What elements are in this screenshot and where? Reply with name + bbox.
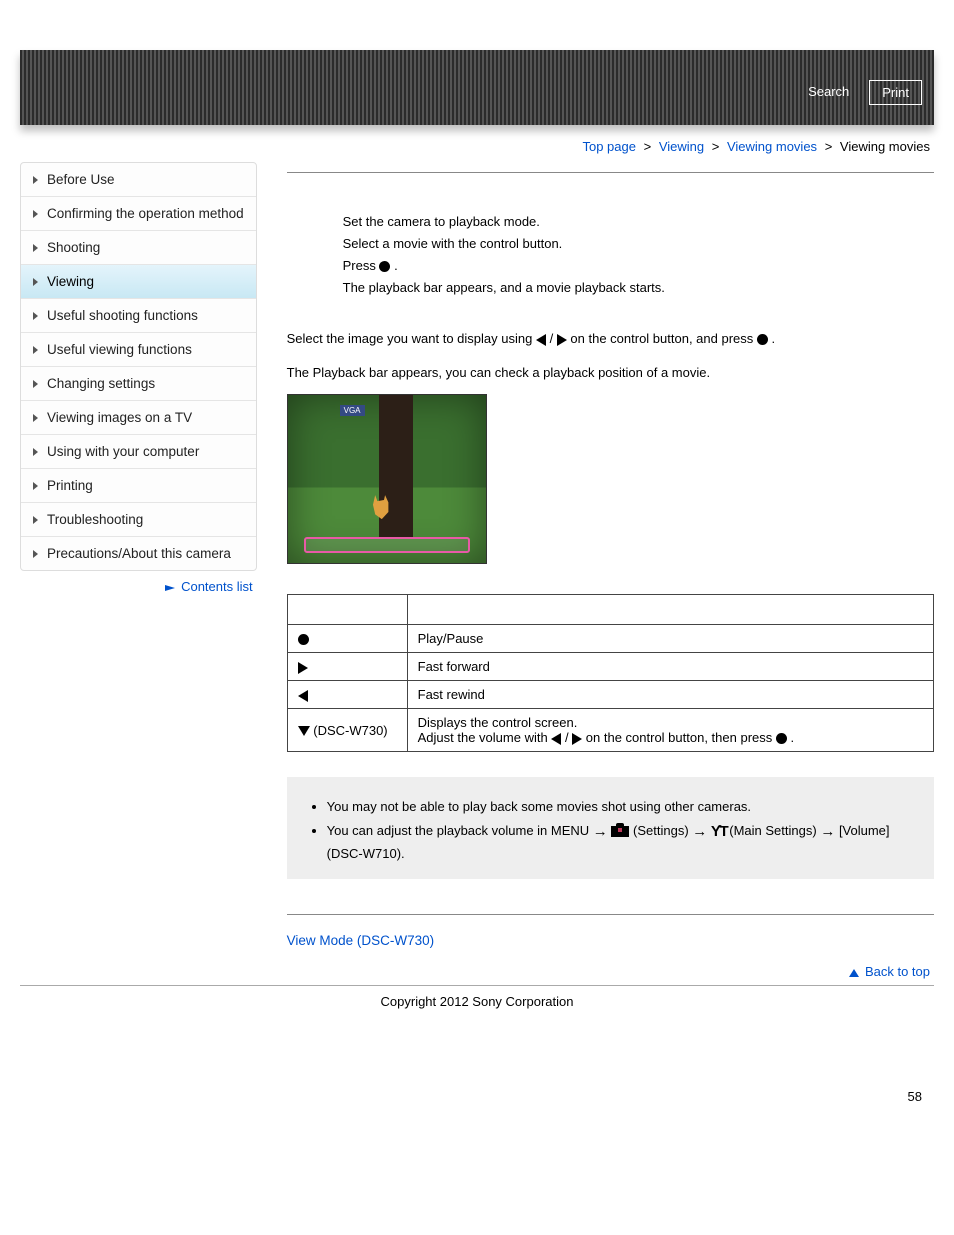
sidebar-item-label: Useful shooting functions bbox=[47, 308, 198, 323]
sidebar-item-label: Before Use bbox=[47, 172, 115, 187]
paragraph-playbackbar: The Playback bar appears, you can check … bbox=[287, 361, 934, 384]
sidebar-item-label: Viewing images on a TV bbox=[47, 410, 192, 425]
sidebar-item-label: Printing bbox=[47, 478, 93, 493]
center-button-icon bbox=[776, 733, 787, 744]
page-number: 58 bbox=[0, 1009, 954, 1104]
copyright-line: Copyright 2012 Sony Corporation bbox=[20, 985, 934, 1009]
center-button-icon bbox=[379, 261, 390, 272]
sidebar-item-confirming[interactable]: Confirming the operation method bbox=[21, 197, 256, 231]
breadcrumb-current: Viewing movies bbox=[840, 139, 930, 154]
arrow-right-icon: → bbox=[593, 824, 608, 839]
sidebar-item-label: Shooting bbox=[47, 240, 100, 255]
center-button-icon bbox=[757, 334, 768, 345]
divider bbox=[287, 914, 934, 915]
cell-text: Fast rewind bbox=[418, 687, 485, 702]
contents-list-link[interactable]: Contents list bbox=[181, 579, 253, 594]
center-button-icon bbox=[298, 634, 309, 645]
divider bbox=[287, 172, 934, 173]
left-arrow-icon bbox=[551, 733, 561, 745]
cell-label: (DSC-W730) bbox=[310, 723, 388, 738]
sidebar-item-useful-shooting[interactable]: Useful shooting functions bbox=[21, 299, 256, 333]
sidebar-item-printing[interactable]: Printing bbox=[21, 469, 256, 503]
sidebar-item-computer[interactable]: Using with your computer bbox=[21, 435, 256, 469]
sidebar-item-useful-viewing[interactable]: Useful viewing functions bbox=[21, 333, 256, 367]
sidebar-item-label: Viewing bbox=[47, 274, 94, 289]
movie-thumbnail: VGA bbox=[287, 394, 487, 564]
table-row: Fast rewind bbox=[287, 681, 933, 709]
right-arrow-icon bbox=[572, 733, 582, 745]
right-arrow-icon bbox=[557, 334, 567, 346]
breadcrumb-group[interactable]: Viewing movies bbox=[727, 139, 817, 154]
sidebar-item-label: Precautions/About this camera bbox=[47, 546, 231, 561]
sidebar-item-viewing[interactable]: Viewing bbox=[21, 265, 256, 299]
table-row: Play/Pause bbox=[287, 625, 933, 653]
triangle-up-icon bbox=[849, 969, 859, 977]
search-button[interactable]: Search bbox=[796, 80, 861, 105]
controls-table: Play/Pause Fast forward Fast rewind (DSC… bbox=[287, 594, 934, 752]
related-topic-link[interactable]: View Mode (DSC-W730) bbox=[287, 933, 435, 948]
step-3-sub: The playback bar appears, and a movie pl… bbox=[343, 277, 934, 299]
paragraph-select: Select the image you want to display usi… bbox=[287, 327, 934, 350]
sidebar-item-label: Confirming the operation method bbox=[47, 206, 244, 221]
sidebar-item-before-use[interactable]: Before Use bbox=[21, 163, 256, 197]
sidebar-item-precautions[interactable]: Precautions/About this camera bbox=[21, 537, 256, 570]
down-arrow-icon bbox=[298, 726, 310, 736]
step-1: Set the camera to playback mode. bbox=[343, 211, 934, 233]
print-button[interactable]: Print bbox=[869, 80, 922, 105]
arrow-right-icon: → bbox=[820, 824, 835, 839]
notes-box: You may not be able to play back some mo… bbox=[287, 777, 934, 879]
note-item: You may not be able to play back some mo… bbox=[327, 795, 916, 818]
left-arrow-icon bbox=[536, 334, 546, 346]
breadcrumb-viewing[interactable]: Viewing bbox=[659, 139, 704, 154]
arrow-right-icon: → bbox=[692, 824, 707, 839]
cell-text: Play/Pause bbox=[418, 631, 484, 646]
left-arrow-icon bbox=[298, 690, 308, 702]
breadcrumb-sep: > bbox=[708, 139, 724, 154]
back-to-top-link[interactable]: Back to top bbox=[865, 964, 930, 979]
sidebar-item-changing-settings[interactable]: Changing settings bbox=[21, 367, 256, 401]
table-header-row bbox=[287, 595, 933, 625]
main-content: Set the camera to playback mode. Select … bbox=[287, 162, 934, 981]
right-arrow-icon bbox=[298, 662, 308, 674]
sidebar-item-tv[interactable]: Viewing images on a TV bbox=[21, 401, 256, 435]
breadcrumb-sep: > bbox=[821, 139, 837, 154]
sidebar-item-label: Using with your computer bbox=[47, 444, 199, 459]
breadcrumb-sep: > bbox=[640, 139, 656, 154]
playback-bar-highlight bbox=[304, 537, 470, 553]
cell-text: Fast forward bbox=[418, 659, 490, 674]
steps: Set the camera to playback mode. Select … bbox=[287, 211, 934, 299]
cell-text: Displays the control screen. bbox=[418, 715, 923, 730]
arrow-right-icon bbox=[165, 585, 175, 591]
step-2: Select a movie with the control button. bbox=[343, 233, 934, 255]
breadcrumb-top[interactable]: Top page bbox=[582, 139, 636, 154]
table-row: Fast forward bbox=[287, 653, 933, 681]
settings-icon bbox=[611, 826, 629, 837]
sidebar-item-label: Useful viewing functions bbox=[47, 342, 192, 357]
main-settings-icon: ϒT bbox=[711, 824, 726, 839]
cell-text: Adjust the volume with / on the control … bbox=[418, 730, 923, 745]
step-3: Press . bbox=[343, 255, 934, 277]
breadcrumb: Top page > Viewing > Viewing movies > Vi… bbox=[0, 139, 930, 154]
table-row: (DSC-W730) Displays the control screen. … bbox=[287, 709, 933, 752]
header-bar: Search Print bbox=[20, 50, 934, 125]
sidebar-item-troubleshooting[interactable]: Troubleshooting bbox=[21, 503, 256, 537]
sidebar-item-label: Troubleshooting bbox=[47, 512, 143, 527]
note-item: You can adjust the playback volume in ME… bbox=[327, 819, 916, 866]
sidebar-item-label: Changing settings bbox=[47, 376, 155, 391]
sidebar: Before Use Confirming the operation meth… bbox=[20, 162, 257, 571]
sidebar-item-shooting[interactable]: Shooting bbox=[21, 231, 256, 265]
